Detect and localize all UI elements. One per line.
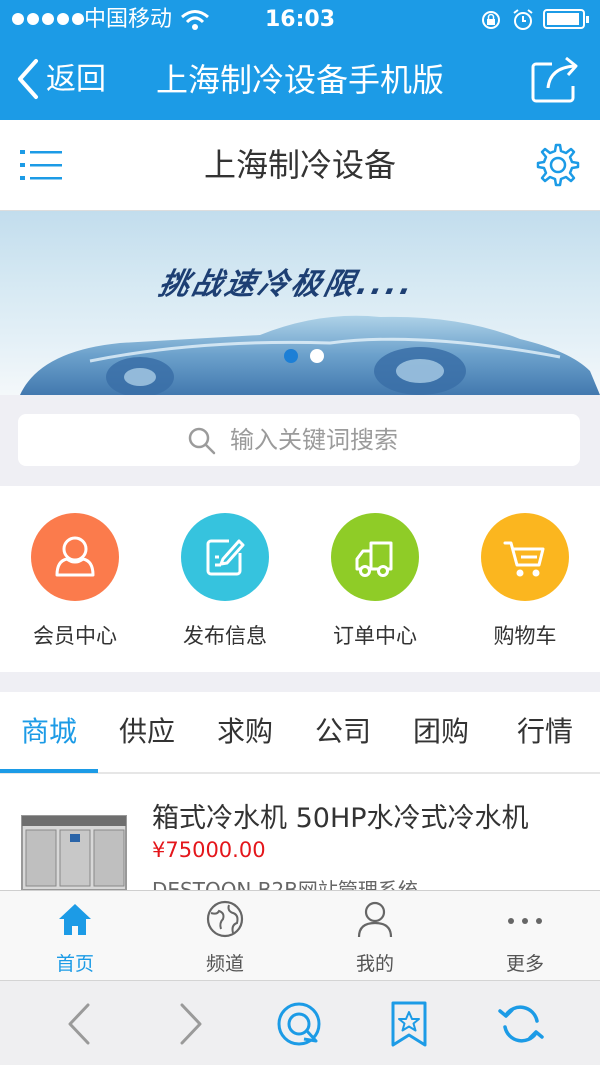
search-input[interactable]: 输入关键词搜索 bbox=[18, 414, 580, 466]
status-bar: 中国移动 16:03 bbox=[0, 0, 600, 40]
carousel-dot[interactable] bbox=[310, 349, 324, 363]
back-label: 返回 bbox=[46, 62, 106, 97]
tabbar-label: 频道 bbox=[205, 953, 244, 975]
product-title: 箱式冷水机 50HP水冷式冷水机 bbox=[152, 803, 529, 834]
carousel-dot-active[interactable] bbox=[284, 349, 298, 363]
publish-info-link[interactable]: 发布信息 bbox=[150, 486, 300, 672]
quick-link-label: 发布信息 bbox=[183, 624, 267, 648]
tab-mall[interactable]: 商城 bbox=[0, 692, 98, 772]
tabbar-channel[interactable]: 频道 bbox=[150, 891, 300, 981]
bottom-tab-bar: 首页 频道 我的 更多 bbox=[0, 890, 600, 980]
truck-icon bbox=[331, 513, 419, 601]
cart-icon bbox=[481, 513, 569, 601]
search-section: 输入关键词搜索 bbox=[0, 395, 600, 485]
search-placeholder: 输入关键词搜索 bbox=[230, 426, 398, 454]
clock: 16:03 bbox=[264, 7, 336, 32]
tab-market[interactable]: 行情 bbox=[490, 692, 600, 772]
globe-icon bbox=[206, 900, 244, 938]
browser-toolbar bbox=[0, 980, 600, 1065]
product-subtitle: DESTOON B2B网站管理系统 bbox=[152, 878, 418, 890]
person-icon bbox=[357, 901, 393, 938]
tabbar-label: 我的 bbox=[355, 953, 394, 975]
tabbar-home[interactable]: 首页 bbox=[0, 891, 150, 981]
battery-icon bbox=[543, 9, 589, 29]
quick-link-label: 订单中心 bbox=[333, 624, 417, 648]
alarm-icon bbox=[513, 9, 533, 30]
quick-link-label: 会员中心 bbox=[33, 624, 117, 648]
chevron-left-icon bbox=[18, 59, 38, 99]
site-title: 上海制冷设备 bbox=[203, 146, 396, 184]
product-image bbox=[21, 815, 127, 890]
more-icon bbox=[508, 918, 542, 924]
ice-car-image bbox=[20, 315, 600, 395]
home-icon bbox=[59, 904, 91, 935]
active-tab-indicator bbox=[0, 769, 98, 773]
product-item[interactable]: 箱式冷水机 50HP水冷式冷水机 ¥75000.00 DESTOON B2B网站… bbox=[0, 774, 600, 890]
forward-arrow-icon[interactable] bbox=[164, 999, 214, 1049]
order-center-link[interactable]: 订单中心 bbox=[300, 486, 450, 672]
tabbar-label: 更多 bbox=[505, 953, 544, 975]
quick-link-label: 购物车 bbox=[493, 624, 557, 648]
tab-purchase[interactable]: 求购 bbox=[196, 692, 294, 772]
tabbar-mine[interactable]: 我的 bbox=[300, 891, 450, 981]
quick-links: 会员中心 发布信息 订单中心 购物车 bbox=[0, 486, 600, 672]
banner-carousel[interactable]: 挑战速冷极限.... bbox=[0, 211, 600, 395]
member-center-link[interactable]: 会员中心 bbox=[0, 486, 150, 672]
refresh-icon[interactable] bbox=[496, 999, 546, 1049]
category-tabs: 商城 供应 求购 公司 团购 行情 bbox=[0, 692, 600, 774]
navigation-bar: 返回 上海制冷设备手机版 bbox=[0, 40, 600, 120]
tab-group-buy[interactable]: 团购 bbox=[392, 692, 490, 772]
edit-icon bbox=[181, 513, 269, 601]
bookmark-star-icon[interactable] bbox=[384, 999, 434, 1049]
back-button[interactable]: 返回 bbox=[12, 52, 122, 108]
chat-icon[interactable] bbox=[274, 999, 324, 1049]
tabbar-label: 首页 bbox=[55, 953, 94, 975]
product-price: ¥75000.00 bbox=[152, 838, 266, 862]
tab-supply[interactable]: 供应 bbox=[98, 692, 196, 772]
gear-icon[interactable] bbox=[535, 142, 581, 188]
user-icon bbox=[31, 513, 119, 601]
tab-company[interactable]: 公司 bbox=[294, 692, 392, 772]
site-header: 上海制冷设备 bbox=[0, 120, 600, 211]
search-icon bbox=[188, 427, 216, 455]
tabbar-more[interactable]: 更多 bbox=[450, 891, 600, 981]
share-icon[interactable] bbox=[530, 54, 582, 104]
rotation-lock-icon bbox=[482, 11, 500, 29]
product-list: 箱式冷水机 50HP水冷式冷水机 ¥75000.00 DESTOON B2B网站… bbox=[0, 774, 600, 890]
cart-link[interactable]: 购物车 bbox=[450, 486, 600, 672]
back-arrow-icon[interactable] bbox=[56, 999, 106, 1049]
